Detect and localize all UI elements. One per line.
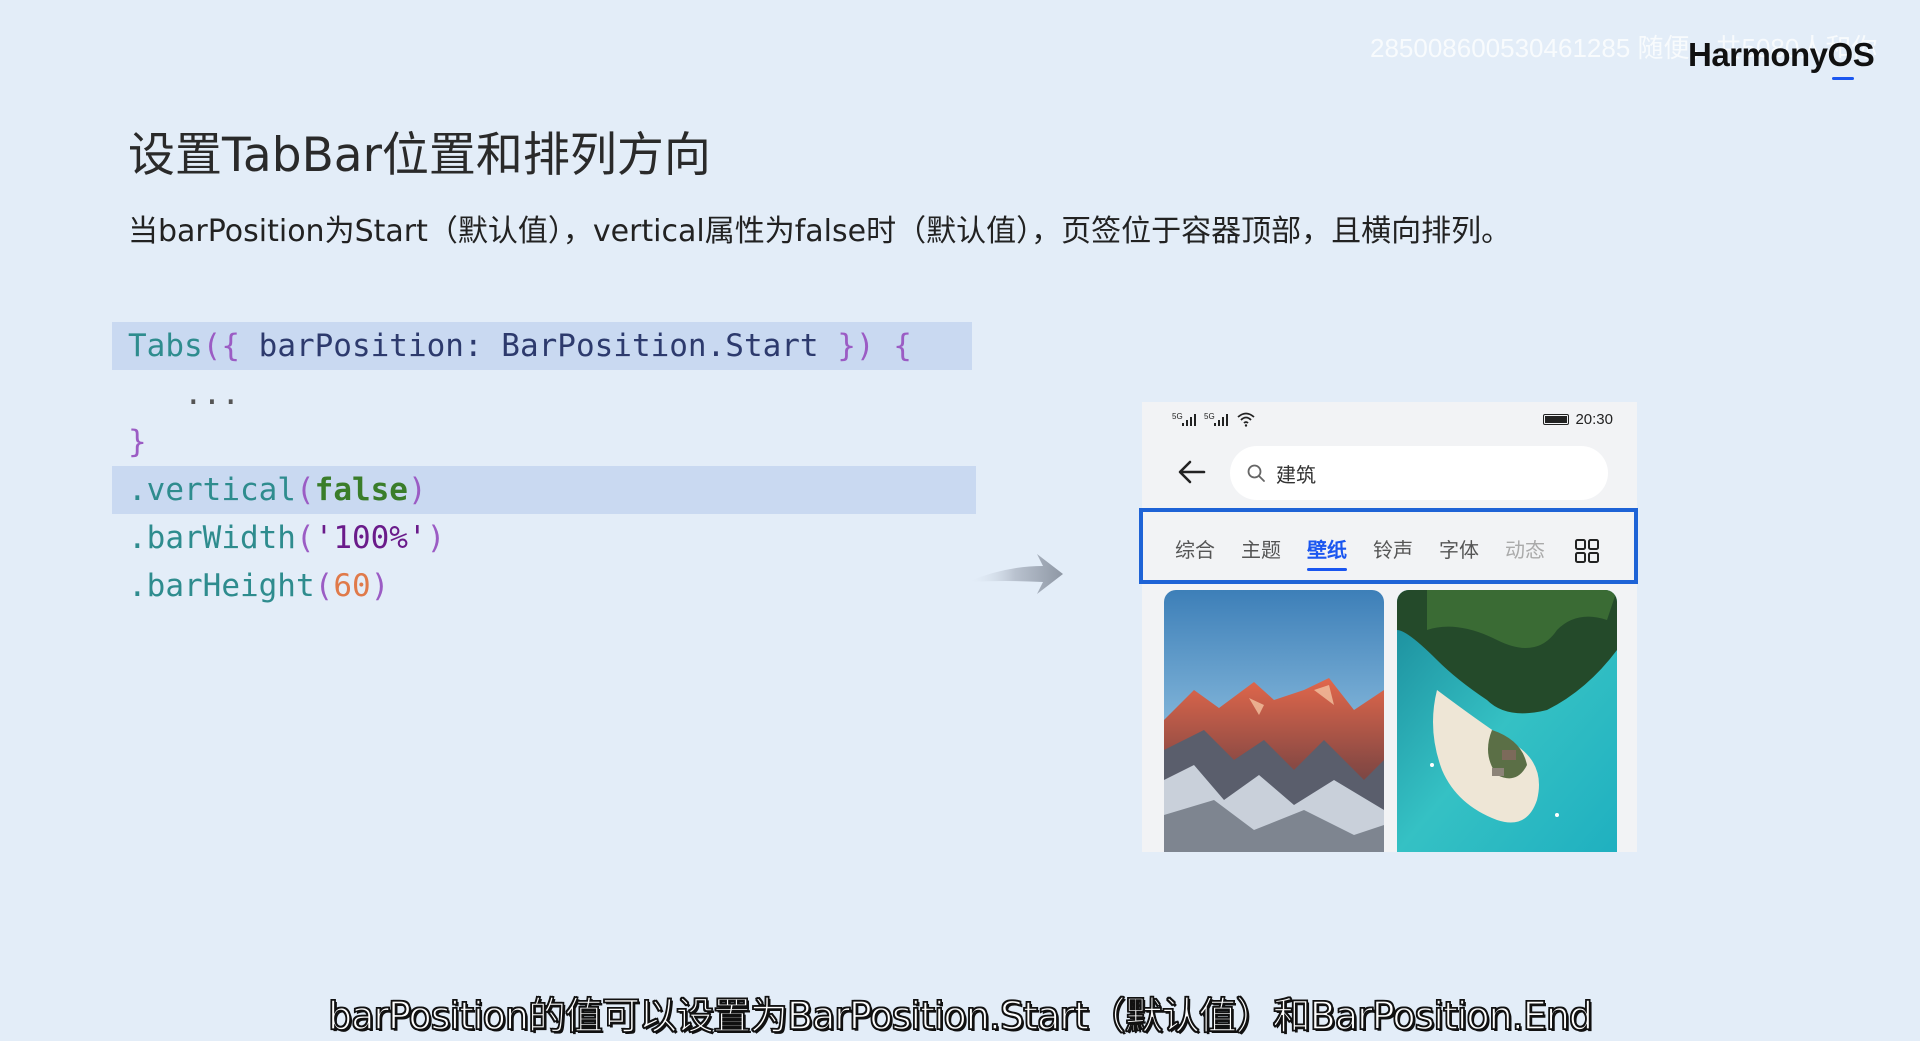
harmonyos-logo: HarmonyOS [1688,36,1875,80]
arrow-right-icon [967,554,1063,594]
back-arrow-icon[interactable] [1172,452,1212,492]
code-token: ) [370,568,390,604]
code-token: . [706,328,726,364]
code-token: ) [426,520,446,556]
code-token: .vertical [128,472,296,508]
code-line-tabs: Tabs({ barPosition: BarPosition.Start })… [112,322,972,370]
status-bar: 5G 5G 20:30 [1142,402,1637,438]
tabbar-highlight-frame [1139,508,1638,584]
brand-underline [1832,77,1855,80]
status-left: 5G 5G [1172,411,1256,431]
code-token: ) [407,472,427,508]
phone-mockup: 5G 5G 20:30 建筑 综合 主题 壁纸 铃声 字体 动态 [1142,402,1637,852]
code-token: Tabs [128,328,203,364]
code-token: barPosition [258,328,464,364]
wifi-icon [1236,411,1256,431]
search-icon [1247,464,1265,482]
code-token: 60 [333,568,371,604]
code-token: BarPosition [501,328,707,364]
video-subtitle: barPosition的值可以设置为BarPosition.Start（默认值）… [327,993,1594,1039]
code-token: ( [295,472,315,508]
wallpaper-thumbnail-island[interactable] [1397,590,1617,852]
signal-icon: 5G [1204,411,1230,431]
code-token: .barHeight [128,568,315,604]
code-token: ... [128,376,240,412]
status-time: 20:30 [1575,411,1613,428]
code-line-ellipsis: ... [112,370,972,418]
code-token: } [128,424,147,460]
brand-name: HarmonyOS [1688,36,1875,73]
battery-icon [1543,414,1570,425]
code-token: ( [314,568,334,604]
code-token: Start [725,328,819,364]
search-input[interactable] [1274,460,1578,486]
slide-subtitle: 当barPosition为Start（默认值），vertical属性为false… [128,214,1512,249]
slide-title: 设置TabBar位置和排列方向 [128,128,711,183]
signal-label-2: 5G [1204,412,1215,421]
code-line-barwidth: .barWidth('100%') [112,514,972,562]
status-right: 20:30 [1543,411,1613,428]
code-line-close-brace: } [112,418,972,466]
code-line-barheight: .barHeight(60) [112,562,972,610]
code-token: : [463,328,502,364]
code-token: ({ [202,328,259,364]
code-token: '100%' [314,520,427,556]
signal-label-1: 5G [1172,412,1183,421]
code-token: }) { [818,328,912,364]
code-line-vertical: .vertical(false) [112,466,976,514]
signal-icon: 5G [1172,411,1198,431]
wallpaper-thumbnail-mountain[interactable] [1164,590,1384,852]
code-token: ( [295,520,315,556]
code-block: Tabs({ barPosition: BarPosition.Start })… [112,322,976,610]
code-token: .barWidth [128,520,296,556]
code-token: false [314,472,408,508]
search-bar[interactable] [1230,446,1608,500]
